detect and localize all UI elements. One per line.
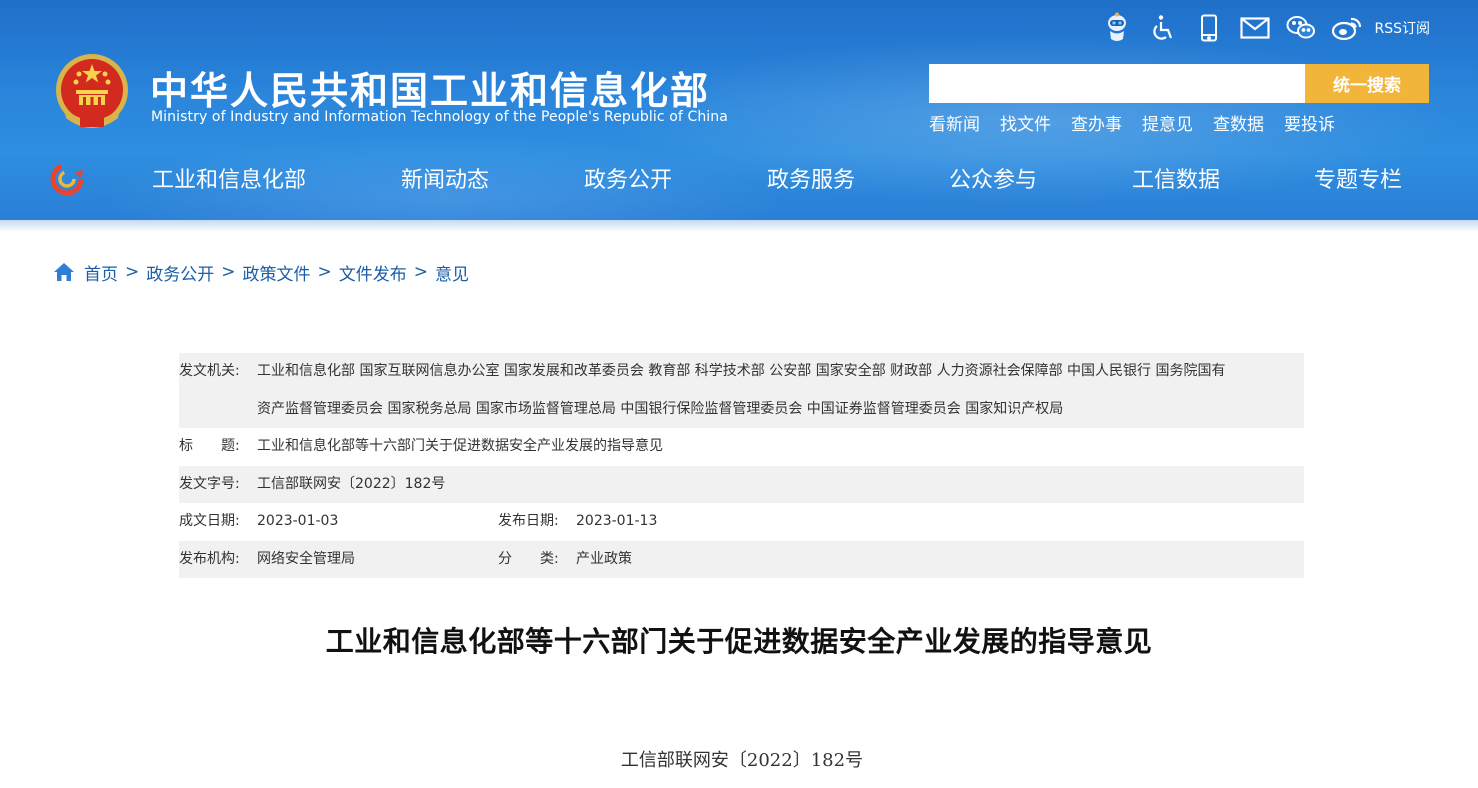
created-date-label: 成文日期: bbox=[179, 513, 240, 529]
quick-link-services[interactable]: 查办事 bbox=[1071, 110, 1122, 135]
breadcrumb-separator: > bbox=[413, 262, 428, 282]
quick-link-complaints[interactable]: 要投诉 bbox=[1284, 110, 1335, 135]
nav-item-public-participation[interactable]: 公众参与 bbox=[949, 162, 1037, 194]
breadcrumb-home[interactable]: 首页 bbox=[84, 260, 118, 285]
wechat-icon[interactable] bbox=[1278, 10, 1324, 46]
info-row-title: 标 题: 工业和信息化部等十六部门关于促进数据安全产业发展的指导意见 bbox=[179, 428, 1304, 466]
title-value: 工业和信息化部等十六部门关于促进数据安全产业发展的指导意见 bbox=[257, 438, 663, 454]
agency-label: 发布机构: bbox=[179, 550, 240, 567]
site-title-chinese[interactable]: 中华人民共和国工业和信息化部 bbox=[150, 60, 710, 115]
quick-link-files[interactable]: 找文件 bbox=[1000, 110, 1051, 135]
category-value: 产业政策 bbox=[576, 550, 632, 567]
category-cell: 分 类: 产业政策 bbox=[498, 541, 1304, 579]
ministry-logo-icon[interactable] bbox=[50, 162, 86, 196]
weibo-icon[interactable] bbox=[1324, 10, 1370, 46]
title-label: 标 题: bbox=[179, 438, 240, 454]
accessibility-icon[interactable] bbox=[1140, 10, 1186, 46]
created-date-cell: 成文日期: 2023-01-03 bbox=[179, 503, 498, 541]
info-row-document-number: 发文字号: 工信部联网安〔2022〕182号 bbox=[179, 465, 1304, 503]
breadcrumb-separator: > bbox=[125, 262, 140, 282]
quick-link-data[interactable]: 查数据 bbox=[1213, 110, 1264, 135]
breadcrumb-separator: > bbox=[221, 262, 236, 282]
issuer-label: 发文机关: bbox=[179, 363, 240, 379]
site-title-english[interactable]: Ministry of Industry and Information Tec… bbox=[151, 109, 728, 125]
nav-item-miit-data[interactable]: 工信数据 bbox=[1132, 162, 1220, 194]
quick-links: 看新闻 找文件 查办事 提意见 查数据 要投诉 bbox=[929, 110, 1335, 135]
document-info-table: 发文机关: 工业和信息化部 国家互联网信息办公室 国家发展和改革委员会 教育部 … bbox=[179, 353, 1304, 578]
quick-link-news[interactable]: 看新闻 bbox=[929, 110, 980, 135]
breadcrumb-document-release[interactable]: 文件发布 bbox=[339, 260, 407, 285]
robot-assistant-icon[interactable] bbox=[1094, 10, 1140, 46]
nav-item-government-services[interactable]: 政务服务 bbox=[767, 162, 855, 194]
nav-item-ministry[interactable]: 工业和信息化部 bbox=[152, 162, 306, 194]
published-date-label: 发布日期: bbox=[498, 513, 559, 529]
mobile-icon[interactable] bbox=[1186, 10, 1232, 46]
search-input[interactable] bbox=[929, 64, 1305, 103]
breadcrumb-government-affairs[interactable]: 政务公开 bbox=[146, 260, 214, 285]
rss-subscribe-link[interactable]: RSS订阅 bbox=[1374, 18, 1430, 38]
breadcrumb-opinions[interactable]: 意见 bbox=[435, 260, 469, 285]
agency-value: 网络安全管理局 bbox=[257, 550, 355, 567]
nav-item-special-topics[interactable]: 专题专栏 bbox=[1314, 162, 1402, 194]
header-shadow bbox=[0, 220, 1478, 232]
agency-cell: 发布机构: 网络安全管理局 bbox=[179, 541, 498, 579]
breadcrumb-separator: > bbox=[317, 262, 332, 282]
info-row-agency: 发布机构: 网络安全管理局 分 类: 产业政策 bbox=[179, 540, 1304, 579]
info-row-dates: 成文日期: 2023-01-03 发布日期: 2023-01-13 bbox=[179, 503, 1304, 541]
document-number-value: 工信部联网安〔2022〕182号 bbox=[257, 475, 446, 492]
issuer-value-line2: 资产监督管理委员会 国家税务总局 国家市场监督管理总局 中国银行保险监督管理委员… bbox=[257, 400, 1064, 417]
created-date-value: 2023-01-03 bbox=[257, 513, 339, 529]
mail-icon[interactable] bbox=[1232, 10, 1278, 46]
nav-item-news[interactable]: 新闻动态 bbox=[401, 162, 489, 194]
quick-link-suggestions[interactable]: 提意见 bbox=[1142, 110, 1193, 135]
search-button[interactable]: 统一搜索 bbox=[1305, 64, 1429, 103]
published-date-value: 2023-01-13 bbox=[576, 513, 658, 529]
category-label: 分 类: bbox=[498, 550, 559, 567]
published-date-cell: 发布日期: 2023-01-13 bbox=[498, 503, 1304, 541]
nav-item-government-affairs[interactable]: 政务公开 bbox=[584, 162, 672, 194]
breadcrumb: 首页 > 政务公开 > 政策文件 > 文件发布 > 意见 bbox=[53, 259, 469, 285]
breadcrumb-policy-documents[interactable]: 政策文件 bbox=[243, 260, 311, 285]
document-number: 工信部联网安〔2022〕182号 bbox=[620, 750, 864, 771]
main-navigation: 工业和信息化部 新闻动态 政务公开 政务服务 公众参与 工信数据 专题专栏 bbox=[140, 162, 1430, 198]
site-header: 中华人民共和国工业和信息化部 Ministry of Industry and … bbox=[0, 0, 1478, 220]
national-emblem-icon[interactable] bbox=[52, 52, 132, 134]
issuer-value-line1: 工业和信息化部 国家互联网信息办公室 国家发展和改革委员会 教育部 科学技术部 … bbox=[257, 363, 1226, 379]
document-title: 工业和信息化部等十六部门关于促进数据安全产业发展的指导意见 bbox=[325, 625, 1153, 658]
home-icon[interactable] bbox=[53, 262, 75, 282]
info-row-issuer: 发文机关: 工业和信息化部 国家互联网信息办公室 国家发展和改革委员会 教育部 … bbox=[179, 353, 1304, 428]
top-utility-bar: RSS订阅 bbox=[1094, 10, 1430, 46]
document-number-label: 发文字号: bbox=[179, 475, 240, 492]
issuer-value: 工业和信息化部 国家互联网信息办公室 国家发展和改革委员会 教育部 科学技术部 … bbox=[257, 353, 1304, 428]
